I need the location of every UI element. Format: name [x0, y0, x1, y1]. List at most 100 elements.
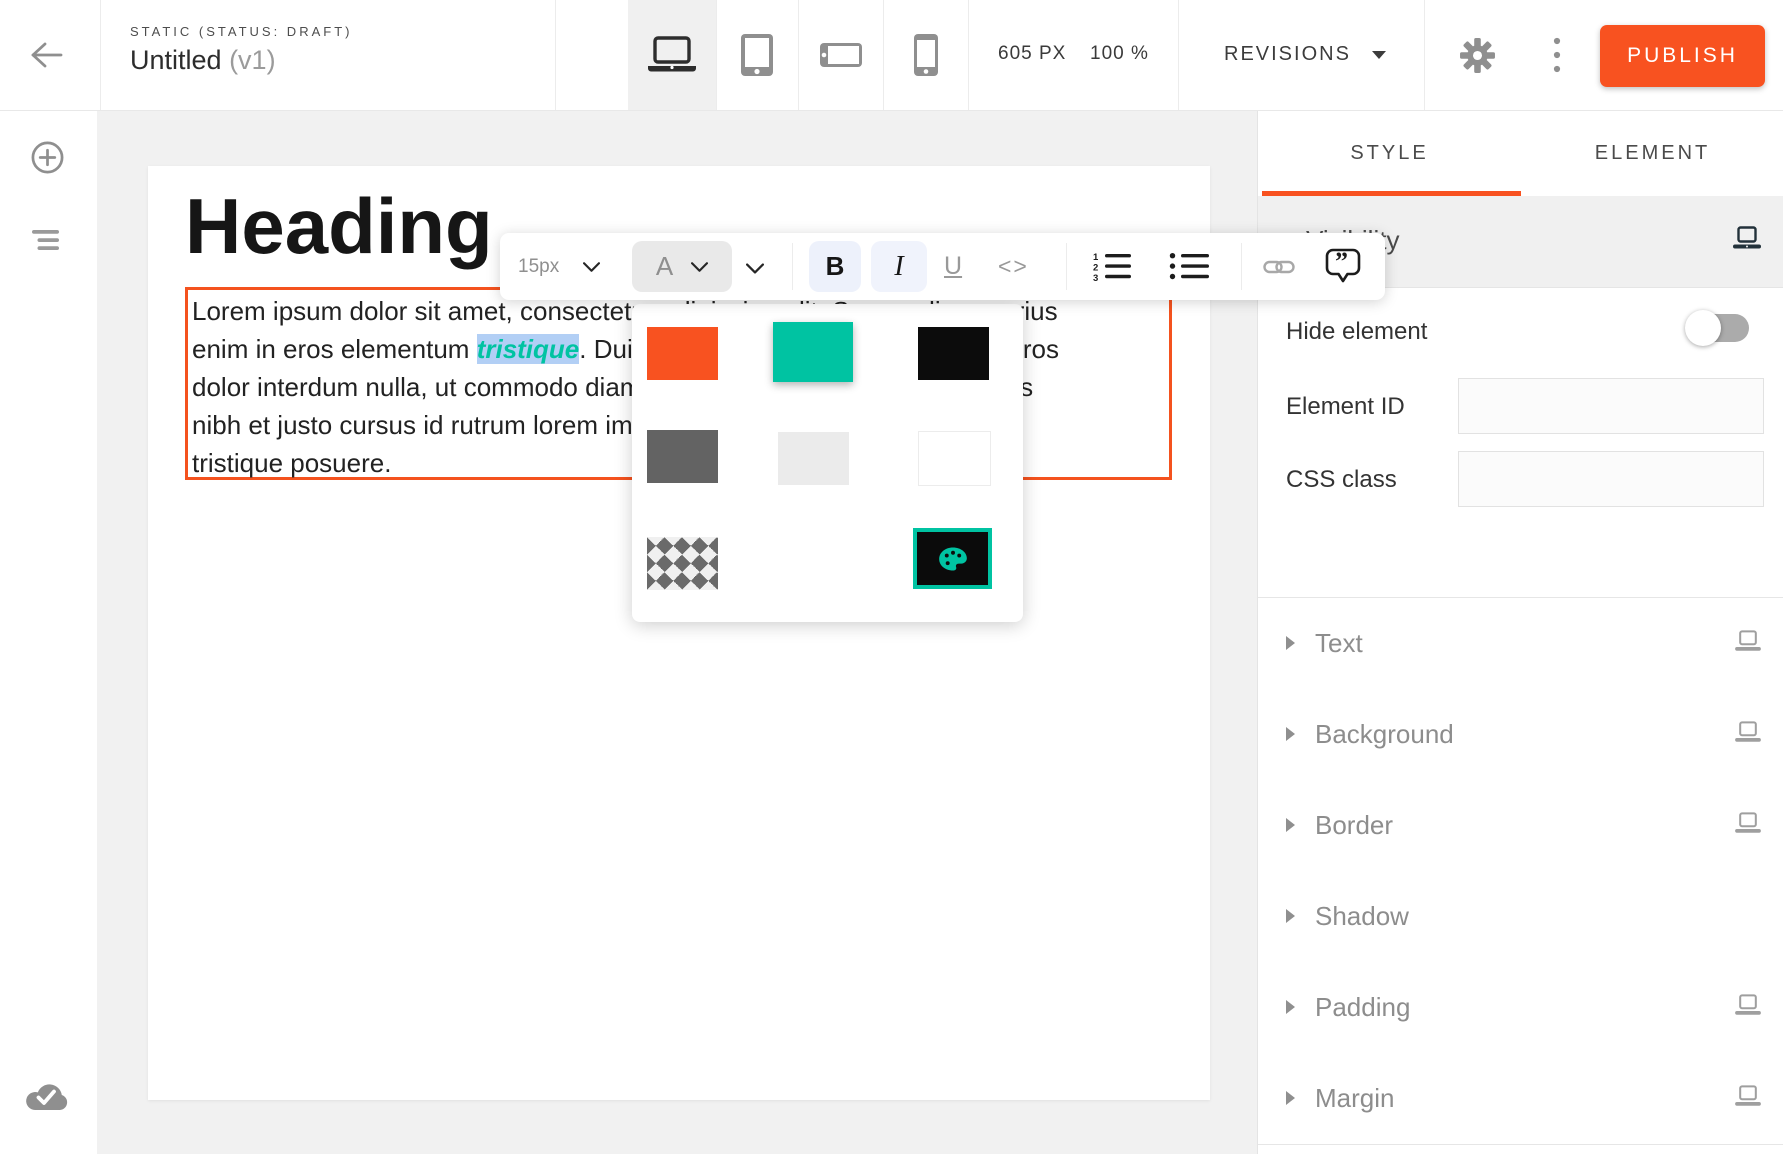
- color-picker-popup: [632, 304, 1023, 622]
- revisions-dropdown[interactable]: REVISIONS: [1224, 43, 1386, 66]
- svg-text:3: 3: [1093, 273, 1098, 282]
- tab-element[interactable]: ELEMENT: [1521, 110, 1783, 196]
- hide-element-label: Hide element: [1286, 318, 1427, 346]
- divider: [1241, 243, 1242, 290]
- section-background[interactable]: Background: [1258, 689, 1783, 781]
- swatch-light-gray[interactable]: [778, 432, 849, 485]
- device-desktop-button[interactable]: [628, 0, 716, 110]
- device-mobile-portrait-button[interactable]: [883, 0, 968, 110]
- section-shadow[interactable]: Shadow: [1258, 871, 1783, 963]
- document-title: Untitled (v1): [130, 45, 352, 76]
- svg-text:2: 2: [1093, 263, 1098, 274]
- back-button[interactable]: [28, 40, 64, 75]
- divider: [1424, 0, 1425, 110]
- section-padding[interactable]: Padding: [1258, 962, 1783, 1054]
- color-letter: A: [656, 251, 673, 282]
- laptop-icon: [1734, 721, 1762, 749]
- phone-landscape-icon: [819, 42, 863, 68]
- save-status-indicator: [23, 1078, 70, 1116]
- chevron-down-icon: [583, 262, 600, 272]
- section-label: Margin: [1315, 1083, 1394, 1114]
- tablet-icon: [740, 33, 774, 77]
- code-button[interactable]: <>: [998, 233, 1029, 300]
- divider: [792, 243, 793, 290]
- publish-button[interactable]: PUBLISH: [1600, 25, 1765, 87]
- ordered-list-button[interactable]: 1 2 3: [1092, 251, 1132, 287]
- section-border[interactable]: Border: [1258, 780, 1783, 872]
- bold-button[interactable]: B: [809, 241, 861, 292]
- paragraph-text: enim in eros elementum: [192, 334, 477, 364]
- rich-text-toolbar: 15px A B I U <> 1 2 3: [500, 233, 1385, 300]
- link-icon: [1263, 258, 1295, 276]
- divider: [968, 0, 969, 110]
- back-arrow-icon: [28, 40, 64, 70]
- section-label: Background: [1315, 719, 1454, 750]
- divider: [555, 0, 556, 110]
- swatch-custom-color[interactable]: [913, 528, 992, 589]
- section-margin[interactable]: Margin: [1258, 1053, 1783, 1145]
- divider: [1178, 0, 1179, 110]
- add-element-button[interactable]: [30, 140, 65, 180]
- tab-style[interactable]: STYLE: [1258, 110, 1521, 196]
- chevron-right-icon: [1286, 1091, 1295, 1105]
- font-size-dropdown[interactable]: 15px: [518, 233, 600, 300]
- swatch-transparent[interactable]: [647, 537, 718, 590]
- font-size-value: 15px: [518, 256, 559, 278]
- section-label: Shadow: [1315, 901, 1409, 932]
- document-title-block: STATIC (STATUS: DRAFT) Untitled (v1): [130, 24, 352, 76]
- left-toolbar-rail: [0, 110, 97, 1154]
- css-class-label: CSS class: [1286, 466, 1397, 494]
- plus-circle-icon: [30, 140, 65, 175]
- underline-button[interactable]: U: [944, 233, 962, 300]
- laptop-icon: [1734, 994, 1762, 1022]
- cloud-check-icon: [23, 1078, 70, 1111]
- top-bar: STATIC (STATUS: DRAFT) Untitled (v1): [0, 0, 1783, 111]
- swatch-black[interactable]: [918, 327, 989, 380]
- layers-list-icon: [31, 229, 63, 251]
- highlight-color-dropdown[interactable]: [746, 261, 764, 279]
- laptop-icon: [646, 36, 698, 74]
- caret-down-icon: [1372, 51, 1386, 59]
- toggle-knob: [1685, 310, 1721, 346]
- swatch-teal[interactable]: [773, 322, 853, 382]
- swatch-orange[interactable]: [647, 327, 718, 380]
- css-class-input[interactable]: [1458, 451, 1764, 507]
- link-button[interactable]: [1263, 258, 1295, 281]
- hide-element-toggle[interactable]: [1685, 312, 1749, 344]
- swatch-white[interactable]: [918, 431, 991, 486]
- panel-tab-bar: STYLE ELEMENT: [1258, 110, 1783, 197]
- chevron-right-icon: [1286, 1000, 1295, 1014]
- section-text[interactable]: Text: [1258, 598, 1783, 690]
- laptop-icon: [1732, 226, 1762, 251]
- section-label: Text: [1315, 628, 1363, 659]
- chevron-right-icon: [1286, 727, 1295, 741]
- section-label: Border: [1315, 810, 1393, 841]
- text-color-dropdown[interactable]: A: [632, 241, 732, 292]
- device-tablet-button[interactable]: [716, 0, 798, 110]
- unordered-list-button[interactable]: [1168, 251, 1210, 287]
- quote-button[interactable]: ”: [1324, 247, 1362, 290]
- italic-button[interactable]: I: [871, 241, 927, 292]
- zoom-level-label: 100 %: [1090, 43, 1149, 65]
- divider: [1066, 243, 1067, 290]
- chevron-right-icon: [1286, 818, 1295, 832]
- document-status: STATIC (STATUS: DRAFT): [130, 24, 352, 39]
- laptop-icon: [1734, 630, 1762, 658]
- more-options-button[interactable]: [1551, 36, 1563, 79]
- settings-button[interactable]: [1459, 37, 1496, 79]
- chevron-down-icon: [746, 263, 764, 274]
- highlighted-word: tristique: [477, 334, 580, 364]
- page-structure-button[interactable]: [31, 229, 63, 256]
- canvas-heading[interactable]: Heading: [185, 182, 493, 272]
- element-id-label: Element ID: [1286, 393, 1405, 421]
- svg-text:1: 1: [1093, 252, 1099, 263]
- chevron-right-icon: [1286, 909, 1295, 923]
- phone-portrait-icon: [913, 33, 939, 77]
- swatch-dark-gray[interactable]: [647, 430, 718, 483]
- gear-icon: [1459, 37, 1496, 74]
- unordered-list-icon: [1168, 251, 1210, 282]
- section-label: Padding: [1315, 992, 1410, 1023]
- ordered-list-icon: 1 2 3: [1092, 251, 1132, 282]
- element-id-input[interactable]: [1458, 378, 1764, 434]
- device-mobile-landscape-button[interactable]: [798, 0, 883, 110]
